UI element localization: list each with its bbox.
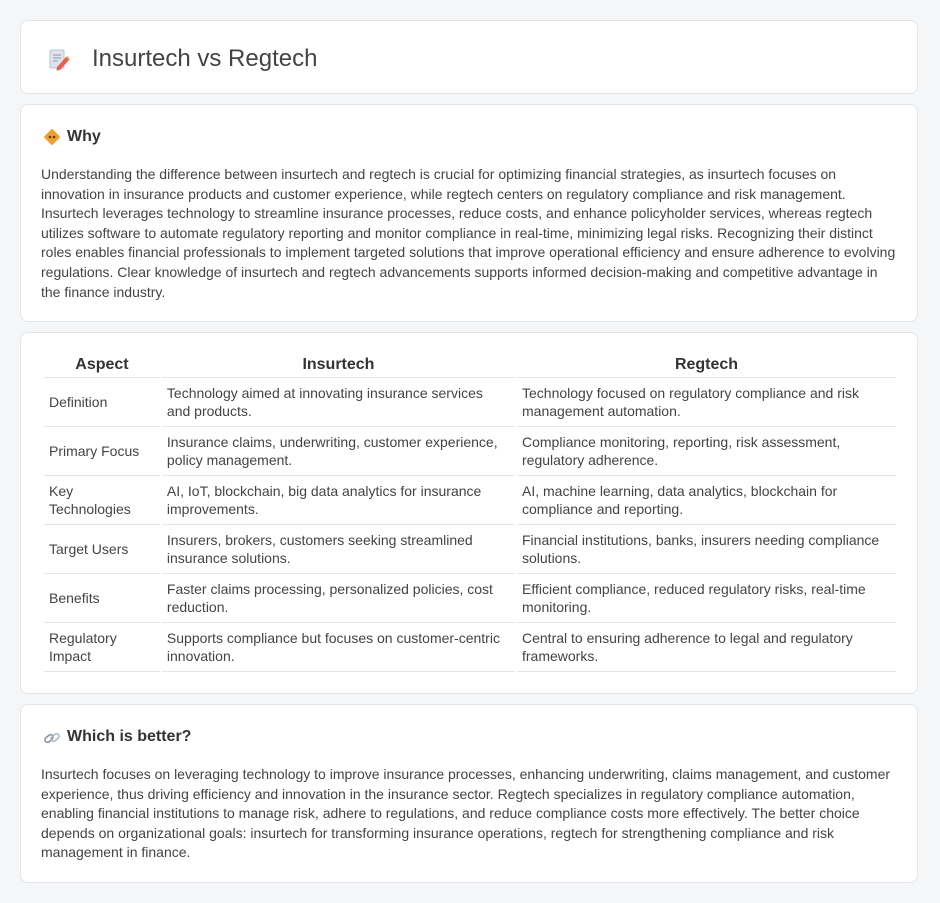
header-insurtech: Insurtech	[161, 353, 515, 378]
table-row: Target Users Insurers, brokers, customer…	[44, 525, 896, 574]
which-is-better-section: Which is better? Insurtech focuses on le…	[20, 704, 918, 883]
row-regtech: Financial institutions, banks, insurers …	[517, 525, 896, 574]
row-regtech: AI, machine learning, data analytics, bl…	[517, 476, 896, 525]
comparison-card: Aspect Insurtech Regtech Definition Tech…	[20, 332, 918, 694]
table-row: Definition Technology aimed at innovatin…	[44, 378, 896, 427]
row-regtech: Central to ensuring adherence to legal a…	[517, 623, 896, 672]
row-insurtech: Insurers, brokers, customers seeking str…	[161, 525, 515, 574]
row-aspect: Key Technologies	[44, 476, 160, 525]
row-insurtech: AI, IoT, blockchain, big data analytics …	[161, 476, 515, 525]
why-text: Understanding the difference between ins…	[41, 166, 896, 300]
table-row: Key Technologies AI, IoT, blockchain, bi…	[44, 476, 896, 525]
header-regtech: Regtech	[517, 353, 896, 378]
row-aspect: Regulatory Impact	[44, 623, 160, 672]
row-insurtech: Supports compliance but focuses on custo…	[161, 623, 515, 672]
diamond-sign-icon	[44, 129, 60, 145]
row-insurtech: Faster claims processing, personalized p…	[161, 574, 515, 623]
row-regtech: Efficient compliance, reduced regulatory…	[517, 574, 896, 623]
row-regtech: Technology focused on regulatory complia…	[517, 378, 896, 427]
comparison-table: Aspect Insurtech Regtech Definition Tech…	[42, 353, 898, 672]
table-row: Primary Focus Insurance claims, underwri…	[44, 427, 896, 476]
why-heading: Why	[67, 128, 101, 145]
table-header-row: Aspect Insurtech Regtech	[44, 353, 896, 378]
page-title: Insurtech vs Regtech	[92, 45, 318, 72]
row-insurtech: Insurance claims, underwriting, customer…	[161, 427, 515, 476]
row-aspect: Primary Focus	[44, 427, 160, 476]
better-heading: Which is better?	[67, 728, 192, 745]
table-row: Benefits Faster claims processing, perso…	[44, 574, 896, 623]
row-aspect: Benefits	[44, 574, 160, 623]
row-aspect: Definition	[44, 378, 160, 427]
header-card: Insurtech vs Regtech	[20, 20, 918, 94]
row-aspect: Target Users	[44, 525, 160, 574]
row-regtech: Compliance monitoring, reporting, risk a…	[517, 427, 896, 476]
better-text: Insurtech focuses on leveraging technolo…	[41, 766, 891, 861]
link-icon	[44, 732, 60, 744]
table-row: Regulatory Impact Supports compliance bu…	[44, 623, 896, 672]
header-aspect: Aspect	[44, 353, 160, 378]
row-insurtech: Technology aimed at innovating insurance…	[161, 378, 515, 427]
why-section: Why Understanding the difference between…	[20, 104, 918, 322]
document-pencil-icon	[49, 49, 70, 71]
